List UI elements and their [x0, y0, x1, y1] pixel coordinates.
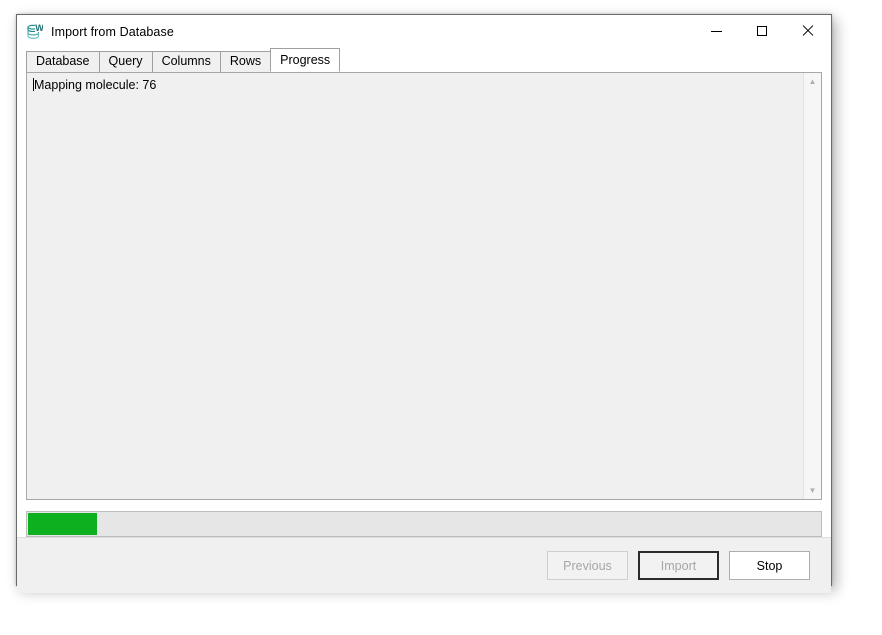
minimize-button[interactable] — [693, 15, 739, 47]
progress-bar — [26, 511, 822, 537]
window-title: Import from Database — [51, 24, 174, 39]
progress-log-box: Mapping molecule: 76 ▲ ▼ — [26, 72, 822, 500]
svg-text:W: W — [35, 23, 43, 33]
stop-button[interactable]: Stop — [729, 551, 810, 580]
maximize-button[interactable] — [739, 15, 785, 47]
scrollbar-track[interactable] — [804, 90, 821, 482]
tab-strip: Database Query Columns Rows Progress — [17, 48, 831, 72]
tab-progress[interactable]: Progress — [270, 48, 341, 72]
title-bar: W Import from Database — [17, 15, 831, 48]
close-icon — [802, 25, 814, 37]
tab-panel-progress: Mapping molecule: 76 ▲ ▼ — [17, 72, 831, 537]
close-button[interactable] — [785, 15, 831, 47]
scroll-up-arrow-icon[interactable]: ▲ — [804, 73, 821, 90]
import-from-database-dialog: W Import from Database Database Query Co… — [16, 14, 832, 593]
log-vertical-scrollbar[interactable]: ▲ ▼ — [803, 73, 821, 499]
progress-log-text[interactable]: Mapping molecule: 76 — [27, 73, 803, 499]
tab-rows[interactable]: Rows — [219, 51, 272, 72]
tab-columns[interactable]: Columns — [151, 51, 221, 72]
desktop-backdrop: W Import from Database Database Query Co… — [0, 0, 882, 635]
tab-database[interactable]: Database — [26, 51, 100, 72]
progress-log-line: Mapping molecule: 76 — [34, 78, 157, 92]
previous-button[interactable]: Previous — [547, 551, 628, 580]
import-button[interactable]: Import — [638, 551, 719, 580]
maximize-icon — [757, 26, 767, 36]
window-controls — [693, 15, 831, 47]
dialog-button-bar: Previous Import Stop — [17, 537, 831, 593]
minimize-icon — [710, 30, 722, 32]
database-stack-icon: W — [27, 23, 43, 39]
tab-query[interactable]: Query — [98, 51, 153, 72]
progress-bar-fill — [28, 513, 97, 535]
scroll-down-arrow-icon[interactable]: ▼ — [804, 482, 821, 499]
